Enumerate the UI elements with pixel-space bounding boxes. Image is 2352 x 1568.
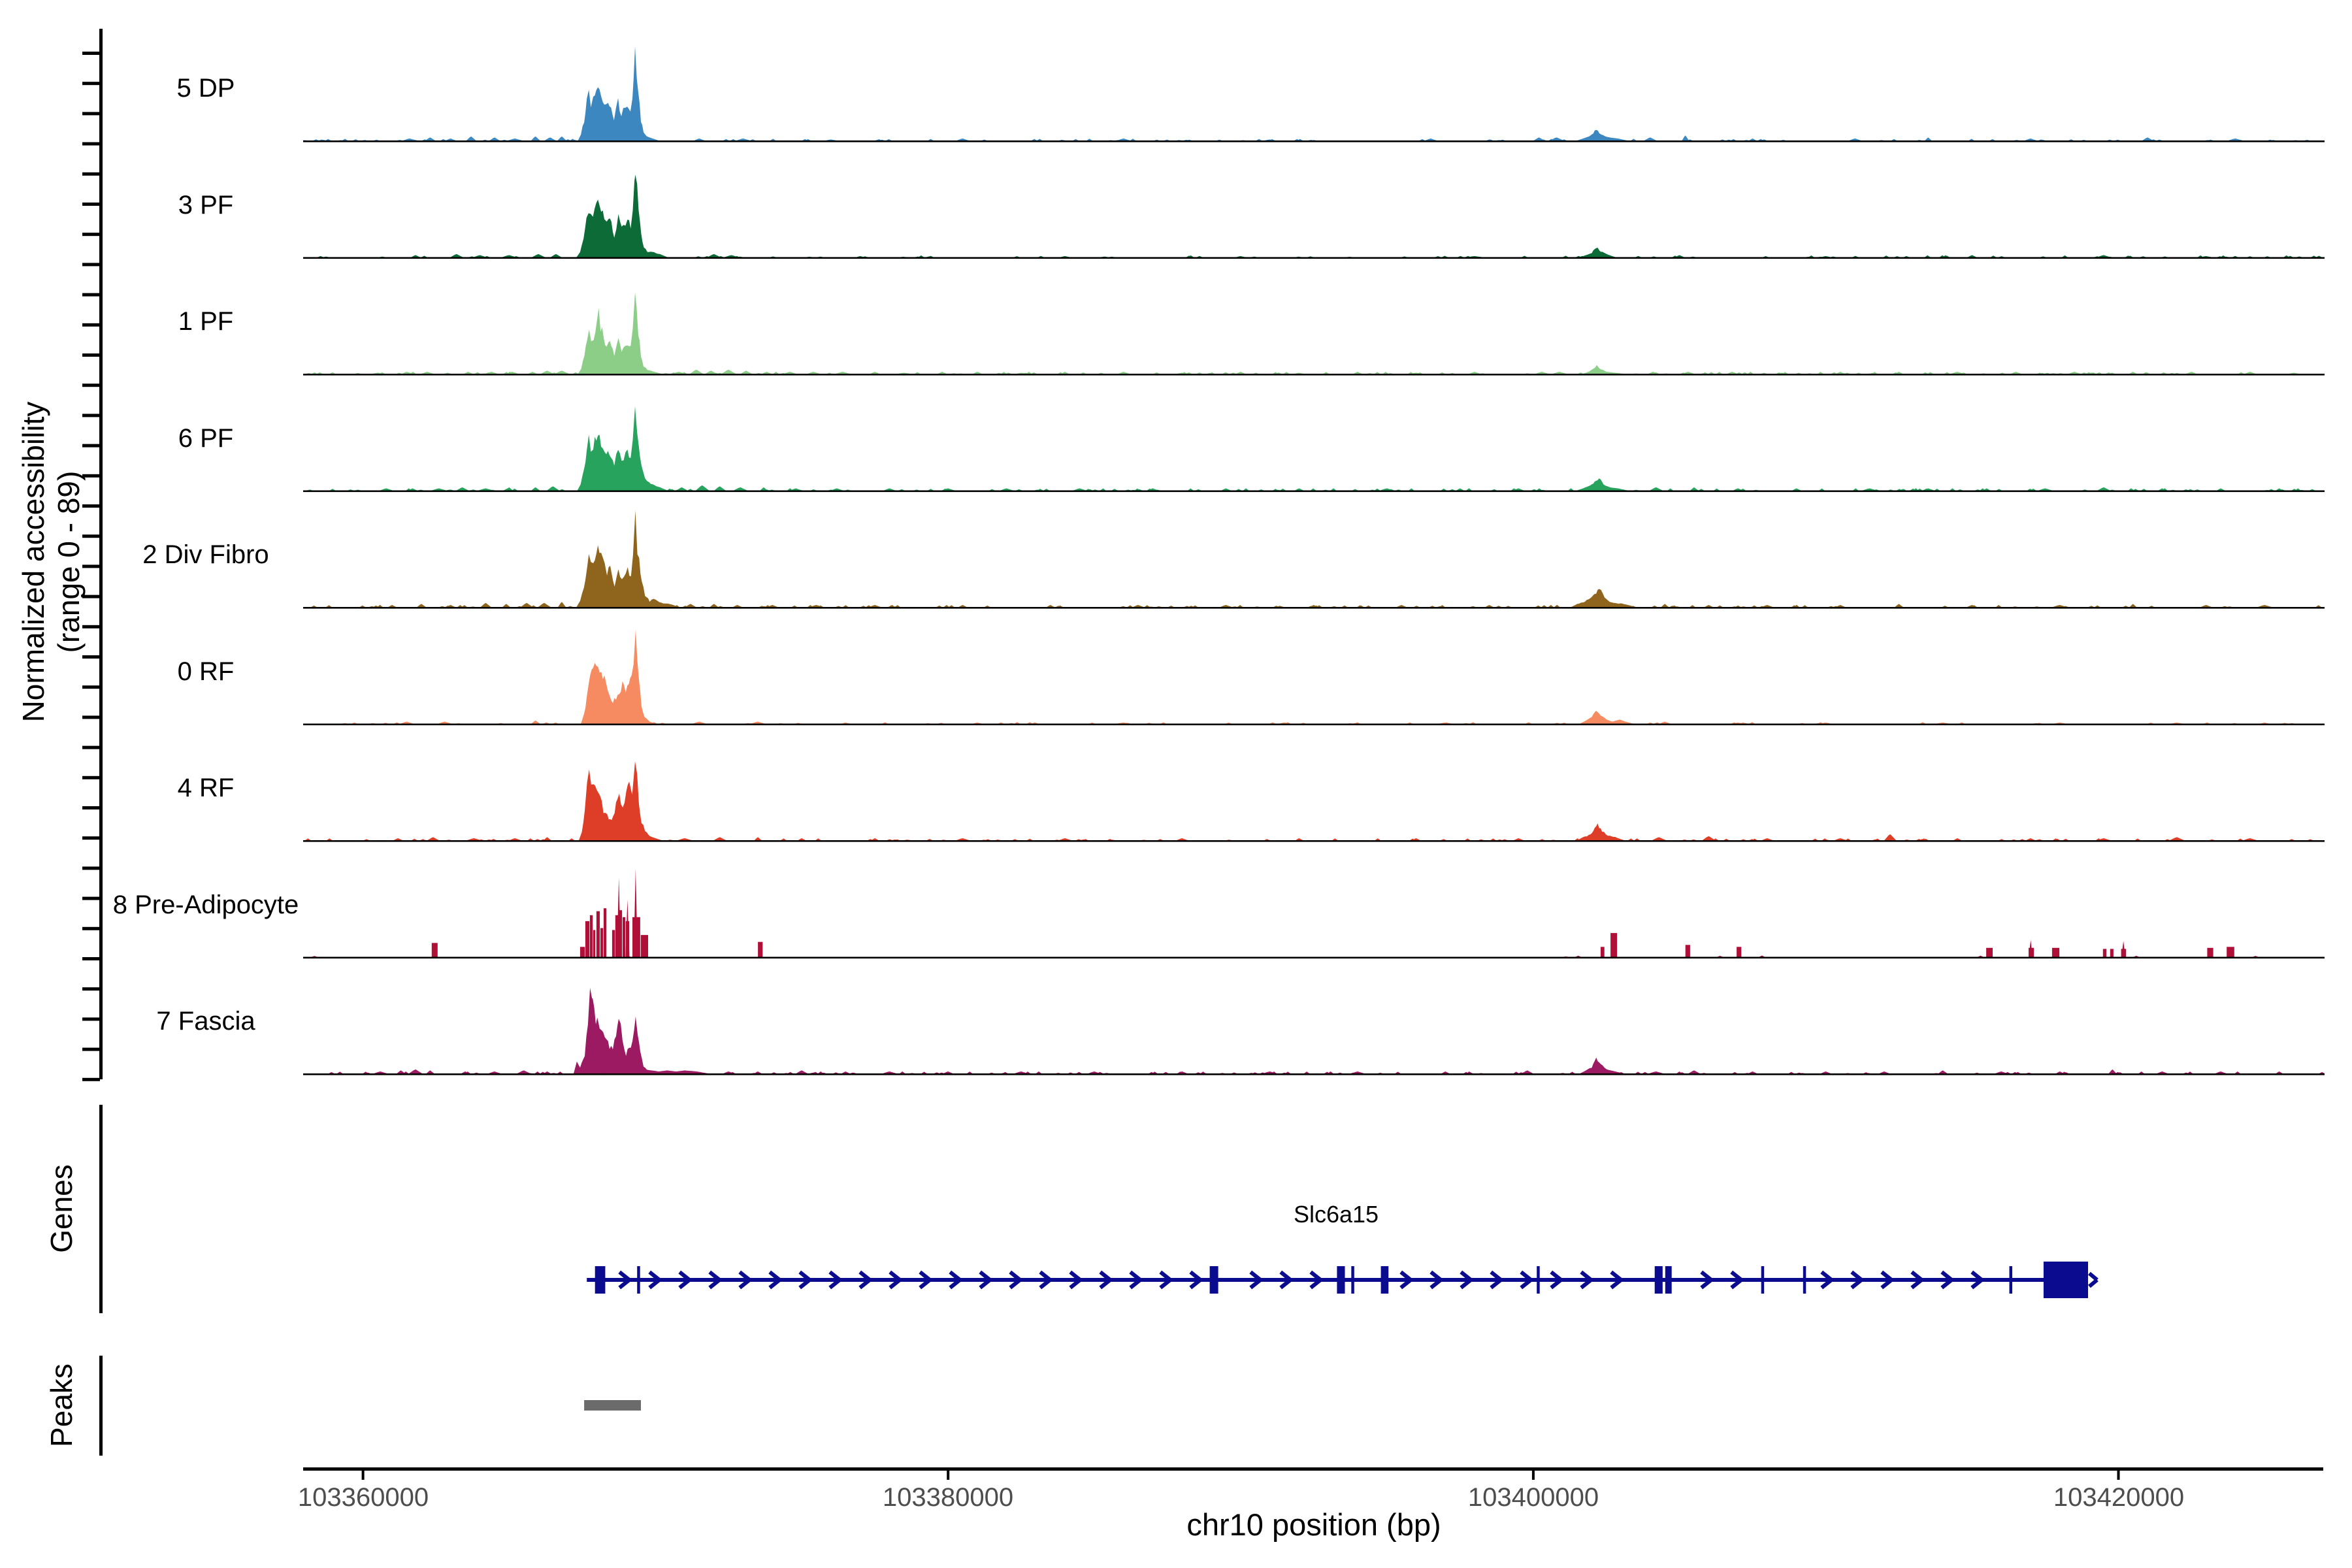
gene-exon [1337, 1266, 1345, 1294]
track-baseline [303, 607, 2325, 609]
track-label-8-pre-adipocyte: 8 Pre-Adipocyte [72, 890, 340, 920]
track-label-3-pf: 3 PF [72, 191, 340, 220]
track-baseline [303, 491, 2325, 493]
y-axis-tick [82, 1048, 100, 1051]
gene-exon [595, 1266, 606, 1294]
track-label-6-pf: 6 PF [72, 424, 340, 453]
y-axis-tick [82, 52, 100, 55]
peak-region-bar [584, 1400, 641, 1411]
plot-canvas [0, 0, 2352, 1568]
gene-exon [2044, 1262, 2088, 1298]
track-4-rf [303, 761, 2325, 841]
y-axis-tick [82, 263, 100, 266]
track-label-1-pf: 1 PF [72, 307, 340, 336]
strand-arrow-icon [2089, 1273, 2097, 1286]
track-baseline [303, 257, 2325, 259]
track-label-2-div-fibro: 2 Div Fibro [72, 540, 340, 570]
track-2-div-fibro [303, 510, 2325, 609]
x-tick-label-103400000: 103400000 [1435, 1483, 1631, 1512]
track-7-fascia [303, 988, 2325, 1075]
x-tick-label-103380000: 103380000 [850, 1483, 1046, 1512]
peaks-axis-line [99, 1356, 103, 1456]
genome-browser-figure: Normalized accessibility (range 0 - 89) … [0, 0, 2352, 1568]
gene-exon [1665, 1266, 1672, 1294]
y-axis-tick [82, 927, 100, 930]
track-baseline [303, 374, 2325, 376]
gene-exon [1351, 1266, 1354, 1294]
x-axis-tick [362, 1471, 365, 1480]
track-1-pf [303, 292, 2325, 375]
y-axis-tick [82, 112, 100, 115]
gene-exon [1210, 1266, 1218, 1294]
track-label-7-fascia: 7 Fascia [72, 1007, 340, 1036]
x-tick-label-103360000: 103360000 [265, 1483, 461, 1512]
track-6-pf [303, 406, 2325, 492]
y-axis-tick [82, 172, 100, 176]
track-baseline [303, 724, 2325, 726]
track-label-0-rf: 0 RF [72, 657, 340, 687]
track-3-pf [303, 174, 2325, 259]
track-baseline [303, 1073, 2325, 1075]
y-axis-tick [82, 1078, 100, 1081]
gene-exon [2010, 1266, 2013, 1294]
gene-exon [637, 1266, 640, 1294]
track-label-5-dp: 5 DP [72, 74, 340, 103]
gene-exon [1537, 1266, 1540, 1294]
y-axis-tick [82, 987, 100, 990]
y-axis-tick [82, 957, 100, 960]
gene-name-label: Slc6a15 [1205, 1201, 1467, 1228]
gene-model-slc6a15 [587, 1262, 2097, 1298]
track-baseline [303, 840, 2325, 842]
track-5-dp [302, 46, 2325, 142]
peaks-section-label: Peaks [44, 1275, 80, 1536]
track-baseline [303, 957, 2325, 959]
x-axis-tick [1532, 1471, 1535, 1480]
track-0-rf [303, 630, 2325, 725]
y-axis-tick [82, 233, 100, 236]
x-axis [303, 1467, 2323, 1480]
track-label-4-rf: 4 RF [72, 774, 340, 803]
gene-exon [1761, 1266, 1765, 1294]
gene-exon [1381, 1266, 1389, 1294]
y-axis-label-line1: Normalized accessibility [16, 268, 51, 856]
x-axis-tick [947, 1471, 949, 1480]
genes-axis-line [99, 1105, 103, 1313]
x-tick-label-103420000: 103420000 [2021, 1483, 2217, 1512]
gene-exon [1655, 1266, 1663, 1294]
track-baseline [303, 140, 2325, 142]
x-axis-tick [2117, 1471, 2120, 1480]
gene-exon [1803, 1266, 1806, 1294]
y-axis-tick [82, 866, 100, 870]
track-8-pre-adipocyte [303, 869, 2325, 959]
y-axis-tick [82, 142, 100, 146]
